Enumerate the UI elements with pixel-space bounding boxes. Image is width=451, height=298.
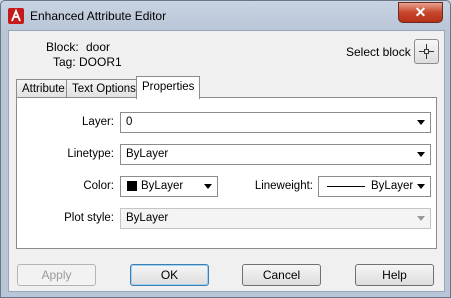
tab-attribute[interactable]: Attribute: [16, 79, 71, 98]
linetype-dropdown[interactable]: ByLayer: [120, 144, 431, 165]
close-button[interactable]: ✕: [398, 2, 443, 23]
lineweight-value: ByLayer: [371, 180, 414, 192]
linetype-label: Linetype:: [67, 148, 114, 160]
lineweight-label: Lineweight:: [254, 180, 313, 192]
color-label: Color:: [83, 180, 114, 192]
linetype-value: ByLayer: [126, 148, 169, 160]
dialog-window: Enhanced Attribute Editor ✕ Block: door …: [0, 0, 451, 298]
color-swatch: [127, 181, 137, 191]
close-icon: ✕: [414, 4, 427, 20]
ok-button[interactable]: OK: [130, 264, 209, 286]
color-value: ByLayer: [141, 180, 184, 192]
plot-style-dropdown: ByLayer: [120, 208, 431, 229]
block-value: door: [86, 40, 111, 54]
lineweight-preview: [327, 186, 365, 187]
tab-properties[interactable]: Properties: [136, 76, 201, 99]
apply-button[interactable]: Apply: [17, 264, 96, 286]
color-dropdown[interactable]: ByLayer: [120, 176, 218, 197]
window-title: Enhanced Attribute Editor: [30, 9, 167, 23]
crosshair-pick-icon: [419, 44, 434, 59]
plot-style-value: ByLayer: [126, 212, 169, 224]
title-bar[interactable]: Enhanced Attribute Editor ✕: [1, 1, 450, 31]
chevron-down-icon: [417, 120, 425, 125]
cancel-button[interactable]: Cancel: [242, 264, 321, 286]
autocad-app-icon: [8, 8, 24, 24]
chevron-down-icon: [204, 184, 212, 189]
layer-value: 0: [126, 116, 133, 128]
layer-dropdown[interactable]: 0: [120, 112, 431, 133]
tag-label: Tag:: [53, 55, 76, 69]
tag-value: DOOR1: [79, 55, 122, 69]
chevron-down-icon: [417, 216, 425, 221]
chevron-down-icon: [417, 184, 425, 189]
help-button[interactable]: Help: [355, 264, 434, 286]
select-block-label: Select block: [346, 45, 411, 59]
lineweight-dropdown[interactable]: ByLayer: [318, 176, 431, 197]
chevron-down-icon: [417, 152, 425, 157]
properties-panel: Layer: 0 Linetype: ByLayer Color: ByLaye…: [16, 97, 437, 249]
layer-label: Layer:: [82, 116, 114, 128]
select-block-button[interactable]: [414, 39, 439, 64]
tab-text-options[interactable]: Text Options: [66, 79, 142, 98]
block-label: Block:: [46, 40, 79, 54]
dialog-body: Block: door Tag: DOOR1 Select block Attr…: [8, 30, 445, 292]
plot-style-label: Plot style:: [64, 212, 114, 224]
